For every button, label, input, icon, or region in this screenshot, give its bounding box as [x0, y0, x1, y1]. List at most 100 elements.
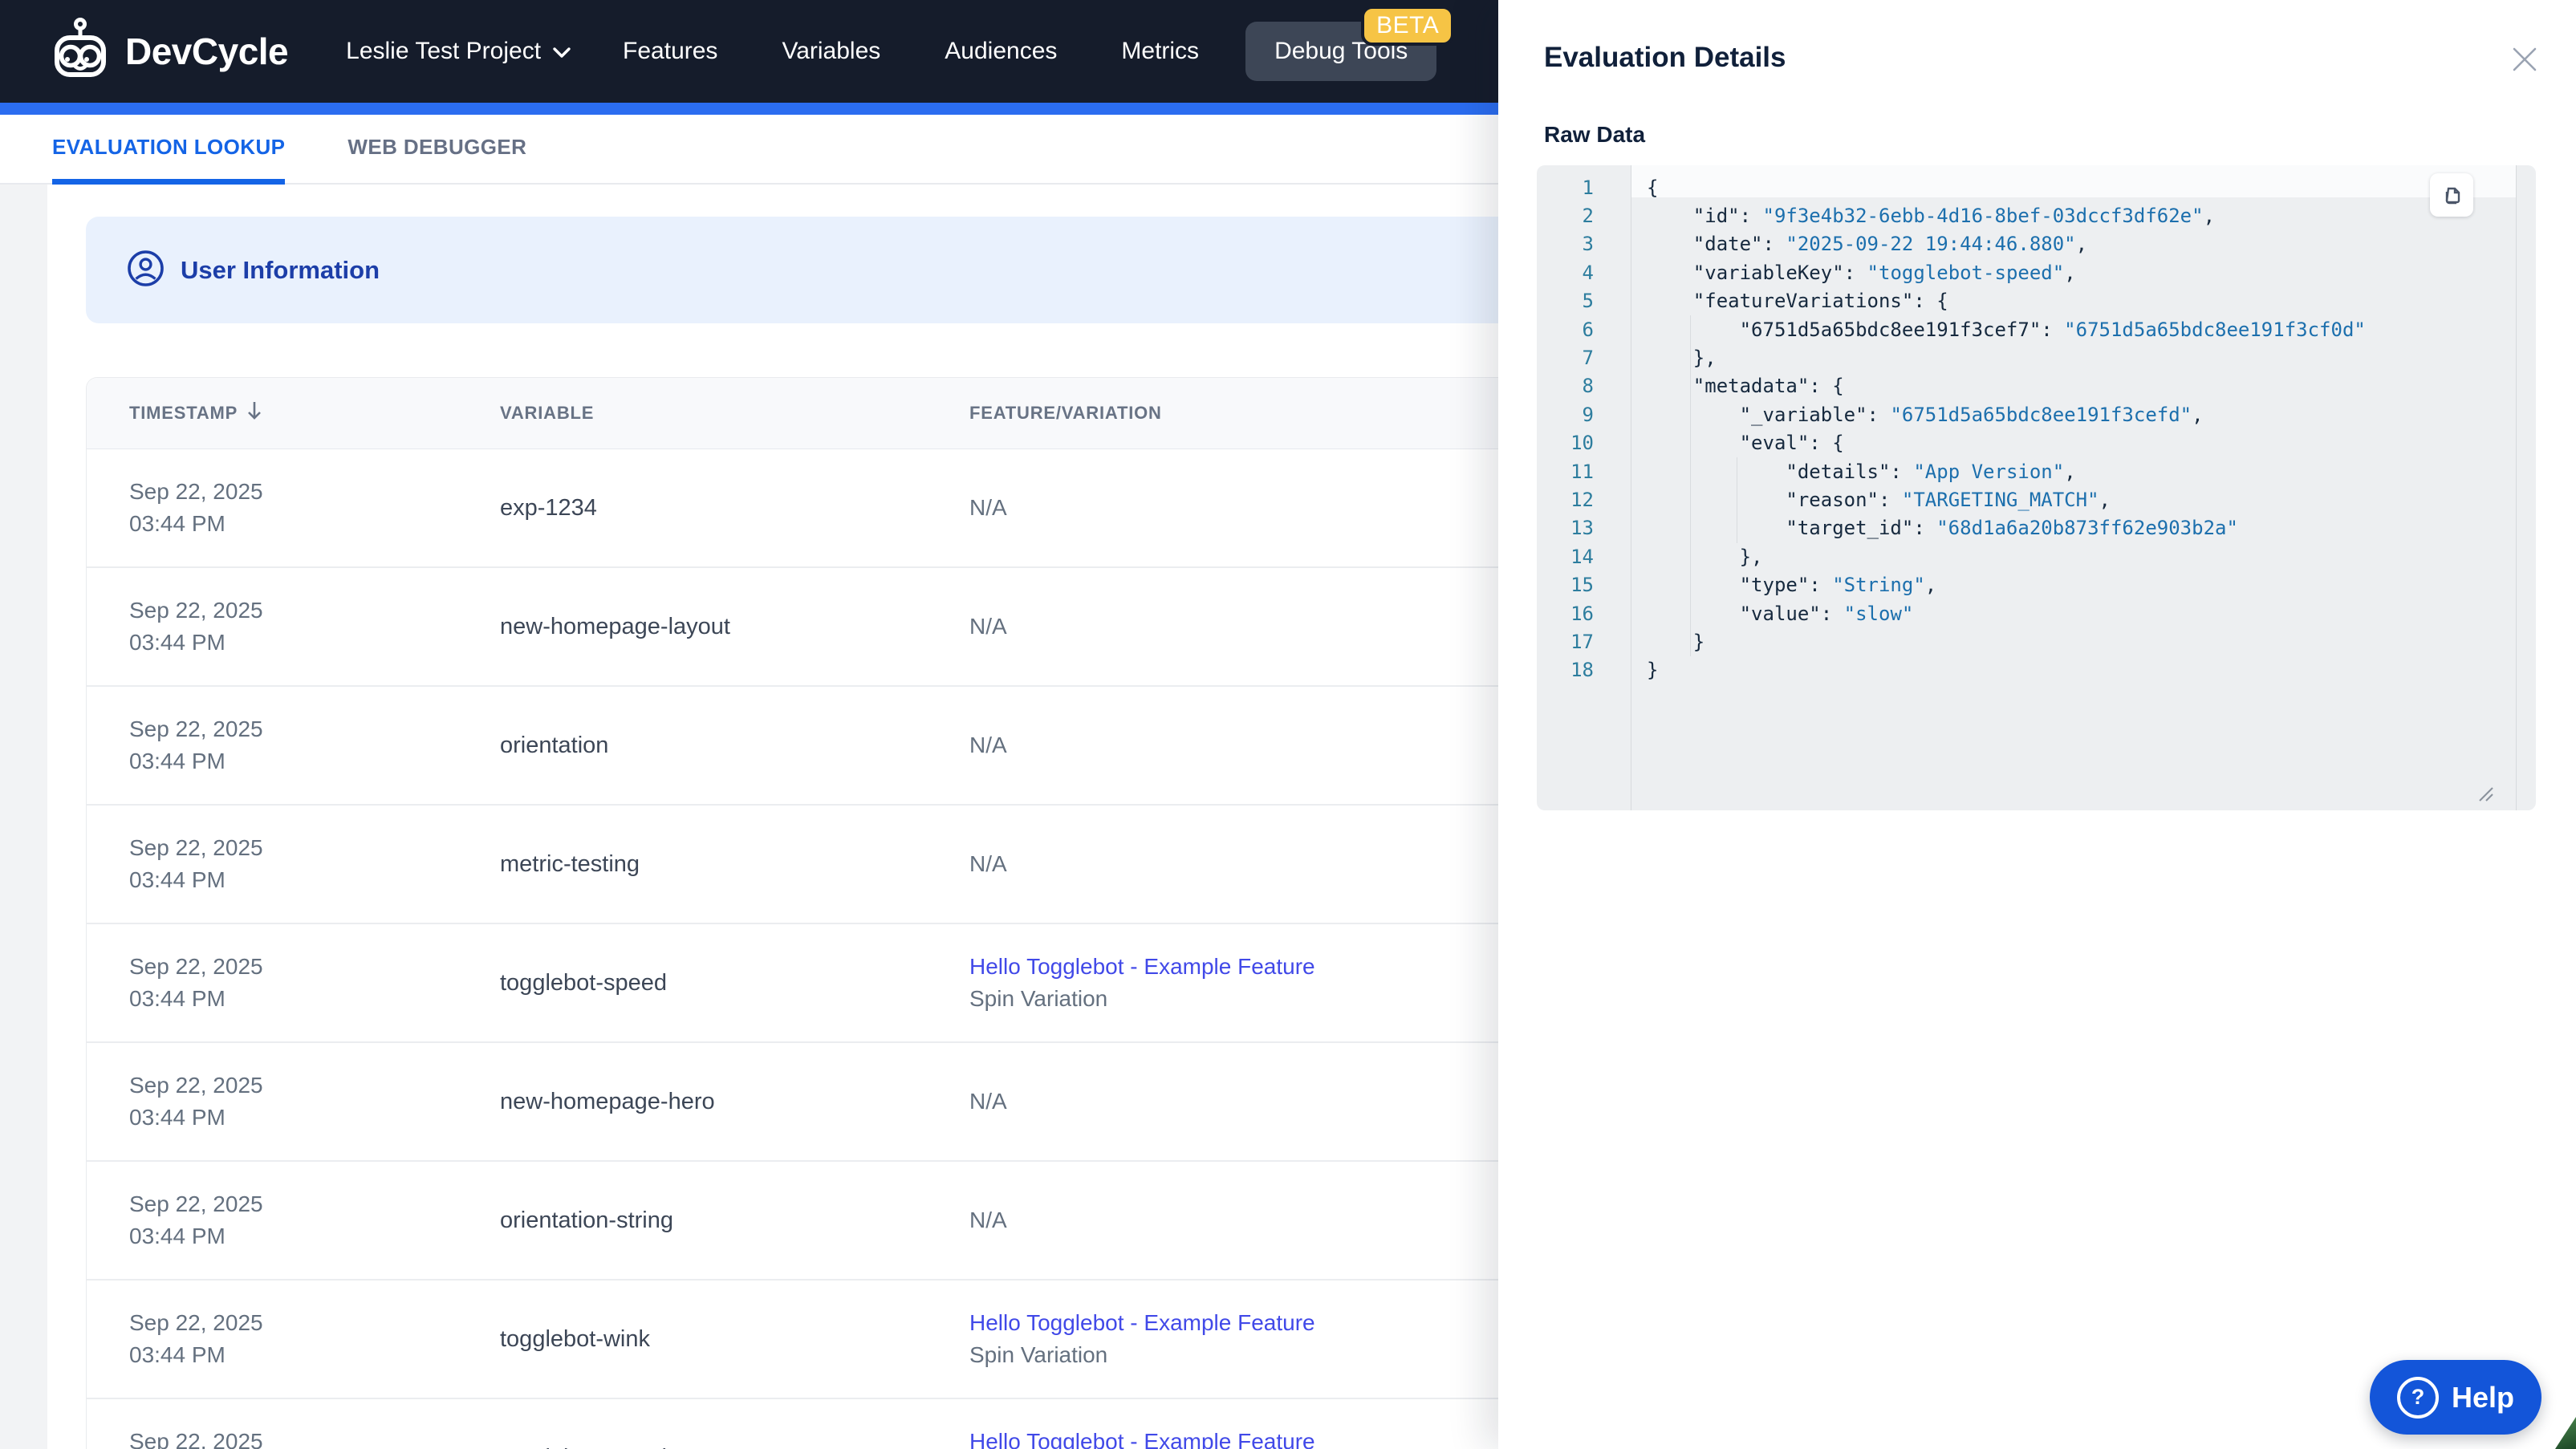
- timestamp-time: 03:44 PM: [129, 511, 226, 536]
- code-line: 6 "6751d5a65bdc8ee191f3cef7": "6751d5a65…: [1537, 315, 2536, 343]
- code-line: 3 "date": "2025-09-22 19:44:46.880",: [1537, 230, 2536, 258]
- line-source: "6751d5a65bdc8ee191f3cef7": "6751d5a65bd…: [1647, 318, 2366, 341]
- raw-data-code-block[interactable]: 1 { 2 "id": "9f3e4b32-6ebb-4d16-8bef-03d…: [1537, 165, 2536, 810]
- beta-badge: BETA: [1361, 6, 1455, 46]
- line-source: {: [1647, 176, 1659, 199]
- timestamp-cell: Sep 22, 2025 03:44 PM: [87, 595, 500, 659]
- code-line: 7 },: [1537, 343, 2536, 371]
- line-number: 2: [1582, 205, 1594, 228]
- close-icon[interactable]: [2507, 42, 2542, 77]
- evaluation-details-drawer: Evaluation Details Raw Data 1 { 2 "id": …: [1498, 0, 2576, 1449]
- nav-item-features[interactable]: Features: [623, 38, 717, 65]
- timestamp-cell: Sep 22, 2025 03:44 PM: [87, 832, 500, 896]
- line-number: 18: [1570, 659, 1594, 682]
- nav-item-metrics[interactable]: Metrics: [1121, 38, 1199, 65]
- code-line: 8 "metadata": {: [1537, 372, 2536, 400]
- line-number: 11: [1570, 460, 1594, 483]
- line-source: "_variable": "6751d5a65bdc8ee191f3cefd",: [1647, 403, 2204, 426]
- column-header-timestamp[interactable]: TIMESTAMP: [87, 400, 500, 426]
- code-line: 11 "details": "App Version",: [1537, 457, 2536, 485]
- line-number: 17: [1570, 630, 1594, 653]
- user-information-label: User Information: [181, 255, 380, 284]
- variable-cell: new-homepage-hero: [500, 1088, 715, 1114]
- help-label: Help: [2451, 1380, 2514, 1414]
- feature-na-value: N/A: [969, 851, 1007, 876]
- timestamp-time: 03:44 PM: [129, 749, 226, 773]
- code-line: 1 {: [1537, 173, 2536, 201]
- line-source: "target_id": "68d1a6a20b873ff62e903b2a": [1647, 517, 2238, 540]
- line-source: "eval": {: [1647, 432, 1844, 455]
- line-number: 8: [1582, 375, 1594, 398]
- resize-grip[interactable]: [2476, 785, 2494, 807]
- line-source: }: [1647, 659, 1659, 682]
- timestamp-cell: Sep 22, 2025 03:44 PM: [87, 1426, 500, 1449]
- app-window: DevCycle Leslie Test Project Features Va…: [0, 0, 2576, 1449]
- copy-button[interactable]: [2430, 173, 2473, 217]
- line-number: 13: [1570, 517, 1594, 540]
- feature-variation-header-label: FEATURE/VARIATION: [969, 403, 1162, 423]
- variable-cell: togglebot-wink: [500, 1325, 650, 1352]
- nav-item-audiences[interactable]: Audiences: [945, 38, 1057, 65]
- timestamp-time: 03:44 PM: [129, 1342, 226, 1367]
- help-button[interactable]: ? Help: [2370, 1360, 2541, 1435]
- line-source: "variableKey": "togglebot-speed",: [1647, 261, 2076, 284]
- line-source: },: [1647, 545, 1763, 568]
- variable-cell: metric-testing: [500, 850, 640, 877]
- code-line: 16 "value": "slow": [1537, 599, 2536, 627]
- timestamp-date: Sep 22, 2025: [129, 835, 263, 860]
- code-line: 2 "id": "9f3e4b32-6ebb-4d16-8bef-03dccf3…: [1537, 201, 2536, 229]
- line-number: 16: [1570, 602, 1594, 625]
- line-number: 4: [1582, 261, 1594, 284]
- code-line: 10 "eval": {: [1537, 429, 2536, 457]
- nav-item-variables[interactable]: Variables: [782, 38, 880, 65]
- line-number: 1: [1582, 176, 1594, 199]
- feature-na-value: N/A: [969, 1208, 1007, 1232]
- line-number: 6: [1582, 318, 1594, 341]
- timestamp-time: 03:44 PM: [129, 986, 226, 1011]
- tab-web-debugger[interactable]: WEB DEBUGGER: [347, 115, 526, 185]
- tab-evaluation-lookup[interactable]: EVALUATION LOOKUP: [52, 115, 286, 185]
- code-line: 14 },: [1537, 542, 2536, 570]
- feature-na-value: N/A: [969, 733, 1007, 757]
- line-number: 10: [1570, 432, 1594, 455]
- code-lines: 1 { 2 "id": "9f3e4b32-6ebb-4d16-8bef-03d…: [1537, 173, 2536, 684]
- line-source: "details": "App Version",: [1647, 460, 2076, 483]
- line-number: 12: [1570, 488, 1594, 511]
- line-number: 14: [1570, 545, 1594, 568]
- timestamp-date: Sep 22, 2025: [129, 716, 263, 741]
- line-number: 9: [1582, 403, 1594, 426]
- line-source: },: [1647, 347, 1717, 370]
- timestamp-header-label: TIMESTAMP: [129, 403, 238, 423]
- question-mark-icon: ?: [2396, 1376, 2439, 1419]
- code-line: 9 "_variable": "6751d5a65bdc8ee191f3cefd…: [1537, 400, 2536, 428]
- nav-menu: Features Variables Audiences Metrics: [623, 38, 1199, 65]
- feature-na-value: N/A: [969, 495, 1007, 520]
- timestamp-date: Sep 22, 2025: [129, 479, 263, 504]
- timestamp-cell: Sep 22, 2025 03:44 PM: [87, 476, 500, 540]
- code-line: 4 "variableKey": "togglebot-speed",: [1537, 258, 2536, 286]
- project-selector[interactable]: Leslie Test Project: [346, 38, 571, 65]
- line-source: "reason": "TARGETING_MATCH",: [1647, 488, 2111, 511]
- timestamp-cell: Sep 22, 2025 03:44 PM: [87, 951, 500, 1015]
- project-selector-label: Leslie Test Project: [346, 38, 542, 64]
- timestamp-cell: Sep 22, 2025 03:44 PM: [87, 1188, 500, 1252]
- code-line: 18 }: [1537, 656, 2536, 684]
- line-number: 15: [1570, 574, 1594, 597]
- timestamp-date: Sep 22, 2025: [129, 954, 263, 979]
- chevron-down-icon: [552, 38, 571, 65]
- column-header-variable[interactable]: VARIABLE: [500, 403, 969, 424]
- code-line: 15 "type": "String",: [1537, 570, 2536, 599]
- drawer-title: Evaluation Details: [1544, 42, 1786, 73]
- timestamp-date: Sep 22, 2025: [129, 1310, 263, 1335]
- timestamp-date: Sep 22, 2025: [129, 1191, 263, 1216]
- timestamp-cell: Sep 22, 2025 03:44 PM: [87, 713, 500, 777]
- code-line: 5 "featureVariations": {: [1537, 287, 2536, 315]
- timestamp-date: Sep 22, 2025: [129, 598, 263, 623]
- devcycle-logo[interactable]: DevCycle: [47, 16, 289, 87]
- nav-item-debug-tools[interactable]: Debug Tools BETA: [1245, 6, 1455, 81]
- variable-cell: togglebot-speed: [500, 969, 667, 996]
- line-source: "featureVariations": {: [1647, 290, 1948, 313]
- timestamp-time: 03:44 PM: [129, 630, 226, 655]
- timestamp-time: 03:44 PM: [129, 1105, 226, 1130]
- sort-descending-icon: [246, 400, 263, 426]
